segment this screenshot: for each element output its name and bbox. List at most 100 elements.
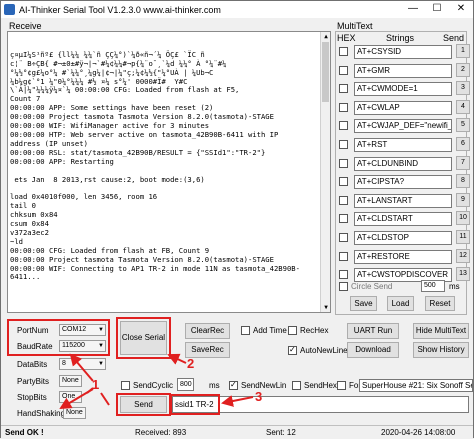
rec-hex-checkbox[interactable] bbox=[288, 326, 297, 335]
multitext-string-input[interactable]: AT+GMR bbox=[354, 63, 452, 78]
send-header: Send bbox=[443, 33, 465, 43]
multitext-send-button[interactable]: 9 bbox=[456, 193, 470, 207]
hex-checkbox[interactable] bbox=[339, 140, 348, 149]
hex-checkbox[interactable] bbox=[339, 47, 348, 56]
hide-multitext-button[interactable]: Hide MultiText bbox=[413, 323, 469, 339]
reset-multitext-button[interactable]: Reset bbox=[425, 296, 455, 311]
multitext-send-button[interactable]: 1 bbox=[456, 44, 470, 58]
hex-checkbox[interactable] bbox=[339, 103, 348, 112]
multitext-row: AT+CWJAP_DEF="newifi_ bbox=[339, 118, 467, 133]
cyclic-ms-unit: ms bbox=[209, 381, 220, 390]
receive-textarea[interactable]: ç¤µI¼S¹ñº£ {ll¼¼ ¼¼`ñ ÇÇ¼°)`¼ð«ñ¬´¼ ÖÇ£ … bbox=[7, 31, 331, 313]
circle-interval-input[interactable]: 500 bbox=[421, 280, 445, 292]
hex-checkbox[interactable] bbox=[339, 121, 348, 130]
multitext-send-button[interactable]: 11 bbox=[456, 230, 470, 244]
multitext-row: AT+CWLAP bbox=[339, 100, 467, 115]
strings-header: Strings bbox=[386, 33, 415, 43]
multitext-string-input[interactable]: AT+RST bbox=[354, 137, 452, 152]
multitext-send-button[interactable]: 8 bbox=[456, 174, 470, 188]
multitext-string-input[interactable]: AT+CLDUNBIND bbox=[354, 156, 452, 171]
save-multitext-button[interactable]: Save bbox=[350, 296, 377, 311]
multitext-send-button[interactable]: 5 bbox=[456, 118, 470, 132]
hex-checkbox[interactable] bbox=[339, 233, 348, 242]
window-title: AI-Thinker Serial Tool V1.2.3.0 www.ai-t… bbox=[19, 4, 221, 15]
hex-checkbox[interactable] bbox=[339, 252, 348, 261]
hex-checkbox[interactable] bbox=[339, 196, 348, 205]
uart-run-button[interactable]: UART Run bbox=[347, 323, 399, 339]
multitext-send-button[interactable]: 12 bbox=[456, 249, 470, 263]
load-multitext-button[interactable]: Load bbox=[387, 296, 414, 311]
receive-scrollbar[interactable]: ▲ ▼ bbox=[320, 32, 330, 312]
add-time-label: Add Time bbox=[253, 326, 287, 335]
multitext-send-button[interactable]: 3 bbox=[456, 81, 470, 95]
multitext-row: AT+RESTORE bbox=[339, 249, 467, 264]
multitext-send-button[interactable]: 6 bbox=[456, 137, 470, 151]
hex-checkbox[interactable] bbox=[339, 84, 348, 93]
auto-newline-label: AutoNewLine bbox=[300, 346, 348, 355]
hex-checkbox[interactable] bbox=[339, 177, 348, 186]
multitext-row: AT+CLDSTOP bbox=[339, 230, 467, 245]
multitext-row: AT+CIPSTA? bbox=[339, 174, 467, 189]
download-button[interactable]: Download bbox=[347, 342, 399, 358]
maximize-button[interactable]: ☐ bbox=[425, 1, 449, 18]
send-hex-checkbox[interactable] bbox=[292, 381, 301, 390]
receive-label: Receive bbox=[9, 21, 42, 31]
paritybits-label: PartyBits bbox=[17, 377, 50, 386]
handshaking-value: None bbox=[66, 409, 83, 416]
paritybits-value: None bbox=[62, 377, 79, 384]
send-newline-label: SendNewLin bbox=[241, 381, 287, 390]
multitext-row: AT+CWSTOPDISCOVER bbox=[339, 267, 467, 282]
clear-rec-button[interactable]: ClearRec bbox=[185, 323, 230, 339]
show-history-button[interactable]: Show History bbox=[413, 342, 469, 358]
multitext-send-button[interactable]: 10 bbox=[456, 211, 470, 225]
scroll-thumb[interactable] bbox=[322, 42, 329, 102]
multitext-send-button[interactable]: 2 bbox=[456, 63, 470, 77]
stopbits-label: StopBits bbox=[17, 393, 47, 402]
send-hex-label: SendHex bbox=[304, 381, 337, 390]
add-time-checkbox[interactable] bbox=[241, 326, 250, 335]
hex-checkbox[interactable] bbox=[339, 214, 348, 223]
annotation-number-2: 2 bbox=[187, 356, 195, 371]
format-input-checkbox[interactable] bbox=[337, 381, 346, 390]
close-window-button[interactable]: ✕ bbox=[449, 1, 473, 18]
auto-newline-checkbox[interactable] bbox=[288, 345, 297, 355]
annotation-box-close-serial bbox=[116, 317, 171, 359]
send-newline-checkbox[interactable] bbox=[229, 380, 238, 390]
sent-count: Sent: 12 bbox=[266, 428, 296, 437]
send-cyclic-checkbox[interactable] bbox=[121, 381, 130, 390]
scroll-down-icon[interactable]: ▼ bbox=[321, 303, 330, 312]
databits-value: 8 bbox=[62, 360, 66, 367]
multitext-send-button[interactable]: 13 bbox=[456, 267, 470, 281]
databits-label: DataBits bbox=[17, 360, 48, 369]
handshaking-select[interactable]: None bbox=[63, 407, 86, 419]
multitext-string-input[interactable]: AT+CWJAP_DEF="newifi_ bbox=[354, 118, 452, 133]
databits-select[interactable]: 8 ▼ bbox=[59, 358, 106, 370]
multitext-string-input[interactable]: AT+LANSTART bbox=[354, 193, 452, 208]
multitext-string-input[interactable]: AT+CLDSTOP bbox=[354, 230, 452, 245]
multitext-string-input[interactable]: AT+CSYSID bbox=[354, 44, 452, 59]
stopbits-select[interactable]: One bbox=[59, 391, 82, 403]
circle-ms-unit: ms bbox=[449, 282, 460, 291]
minimize-button[interactable]: — bbox=[401, 1, 425, 18]
annotation-box-send-text bbox=[170, 394, 220, 415]
cyclic-interval-input[interactable]: 800 bbox=[177, 378, 194, 391]
multitext-string-input[interactable]: AT+CWLAP bbox=[354, 100, 452, 115]
multitext-string-input[interactable]: AT+CIPSTA? bbox=[354, 174, 452, 189]
paritybits-select[interactable]: None bbox=[59, 375, 82, 387]
hex-checkbox[interactable] bbox=[339, 159, 348, 168]
multitext-string-input[interactable]: AT+CWMODE=1 bbox=[354, 81, 452, 96]
multitext-send-button[interactable]: 7 bbox=[456, 156, 470, 170]
scroll-up-icon[interactable]: ▲ bbox=[321, 32, 330, 41]
chevron-down-icon: ▼ bbox=[98, 361, 104, 367]
multitext-send-button[interactable]: 4 bbox=[456, 100, 470, 114]
hex-checkbox[interactable] bbox=[339, 270, 348, 279]
annotation-number-1: 1 bbox=[92, 377, 100, 392]
annotation-box-port bbox=[7, 319, 110, 356]
multitext-string-input[interactable]: AT+CLDSTART bbox=[354, 211, 452, 226]
taskbar-tooltip: SuperHouse #21: Six Sonoff Secr bbox=[359, 379, 473, 392]
hex-checkbox[interactable] bbox=[339, 66, 348, 75]
circle-send-checkbox[interactable] bbox=[339, 282, 348, 291]
multitext-string-input[interactable]: AT+RESTORE bbox=[354, 249, 452, 264]
status-message: Send OK ! bbox=[5, 428, 44, 437]
multitext-row: AT+CLDUNBIND bbox=[339, 156, 467, 171]
